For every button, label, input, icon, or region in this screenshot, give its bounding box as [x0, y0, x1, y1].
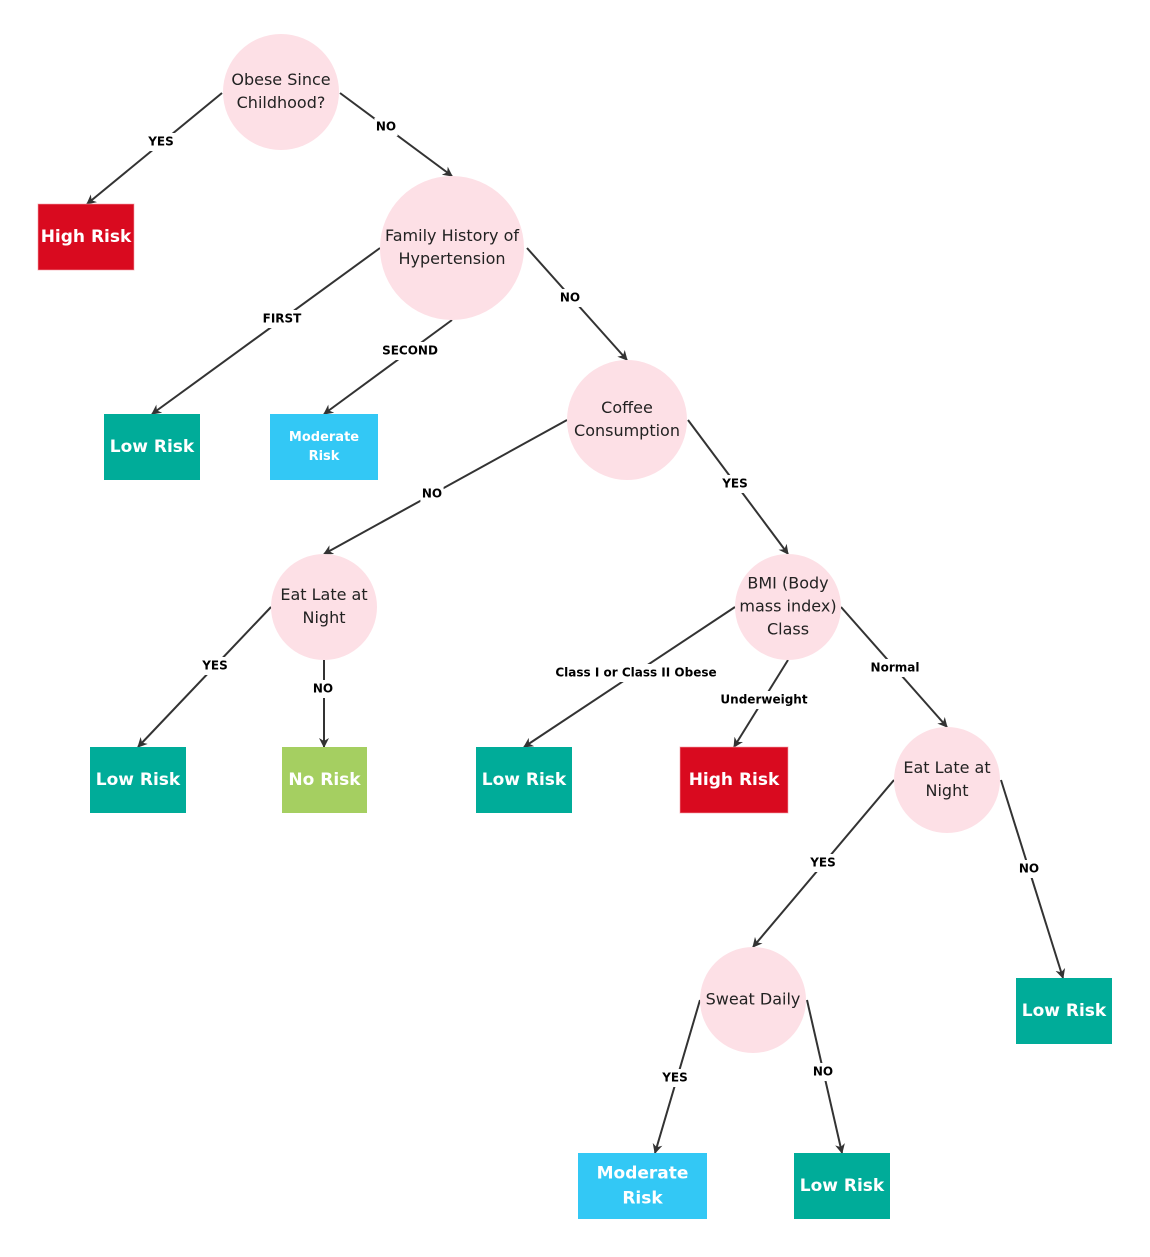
decision-label: Eat Late at — [280, 585, 367, 604]
decision-circle — [271, 554, 377, 660]
outcome-node-low: Low Risk — [1016, 978, 1112, 1044]
edge-label-text: NO — [376, 120, 396, 134]
edge-label-text: YES — [201, 659, 228, 673]
outcome-node-high: High Risk — [679, 746, 789, 814]
edge-label: FIRST — [259, 310, 305, 328]
decision-node: Coffee Consumption — [567, 360, 687, 480]
decision-label: Hypertension — [398, 249, 505, 268]
edge-arrow — [1000, 779, 1066, 979]
decision-circle — [223, 34, 339, 150]
edge-label-text: YES — [809, 856, 836, 870]
decision-circle — [567, 360, 687, 480]
outcome-label: Low Risk — [800, 1176, 885, 1196]
outcome-label: Low Risk — [96, 770, 181, 790]
edge-arrow — [137, 606, 272, 748]
outcome-node-none: No Risk — [282, 747, 367, 813]
outcome-label: No Risk — [288, 770, 361, 790]
decision-circle — [380, 176, 524, 320]
edge-label: NO — [420, 485, 444, 503]
edge-label-text: YES — [147, 135, 174, 149]
edge-arrow — [323, 319, 453, 415]
outcome-box — [270, 414, 378, 480]
outcome-label: High Risk — [689, 770, 780, 790]
outcome-label: Low Risk — [482, 770, 567, 790]
outcome-node-low: Low Risk — [90, 747, 186, 813]
edge-label: NO — [558, 289, 582, 307]
edge-label-text: Class I or Class II Obese — [555, 666, 716, 680]
decision-node: BMI (Body mass index) Class — [735, 554, 841, 660]
edge-arrow — [151, 247, 381, 415]
edge-label: NO — [1017, 860, 1041, 878]
outcome-label: High Risk — [41, 227, 132, 247]
edge-label-text: NO — [560, 291, 580, 305]
decision-node: Eat Late at Night — [894, 727, 1000, 833]
edge-label-text: FIRST — [263, 312, 303, 326]
decision-node: Obese Since Childhood? — [223, 34, 339, 150]
edge-label-text: Underweight — [720, 693, 807, 707]
edge-label: NO — [311, 680, 335, 698]
decision-label: Obese Since — [231, 70, 330, 89]
edge-label: YES — [659, 1069, 691, 1087]
outcome-node-moderate: Moderate Risk — [578, 1153, 707, 1219]
decision-label: mass index) — [739, 597, 836, 616]
outcome-label: Risk — [622, 1189, 663, 1209]
outcome-label: Moderate — [289, 430, 359, 445]
decision-label: Family History of — [385, 226, 519, 245]
outcome-label: Low Risk — [110, 437, 195, 457]
outcome-node-high: High Risk — [37, 203, 135, 271]
edge-label: YES — [145, 133, 177, 151]
edge-label: YES — [199, 657, 231, 675]
edge-label: Normal — [868, 659, 922, 677]
outcome-label: Moderate — [597, 1164, 689, 1184]
edge-label: SECOND — [382, 342, 438, 360]
decision-label: Night — [926, 781, 969, 800]
outcome-node-low: Low Risk — [104, 414, 200, 480]
outcome-node-moderate: Moderate Risk — [270, 414, 378, 480]
decision-node: Sweat Daily — [700, 947, 806, 1053]
decision-label: Coffee — [601, 398, 653, 417]
outcome-label: Risk — [309, 449, 340, 464]
edge-label-text: NO — [813, 1065, 833, 1079]
decision-node: Family History of Hypertension — [380, 176, 524, 320]
outcome-node-low: Low Risk — [794, 1153, 890, 1219]
edge-label: Class I or Class II Obese — [537, 664, 735, 682]
decision-label: Consumption — [574, 421, 680, 440]
edge-label: Underweight — [718, 691, 810, 709]
decision-node: Eat Late at Night — [271, 554, 377, 660]
decision-label: Class — [767, 620, 809, 639]
decision-circle — [894, 727, 1000, 833]
edge-label-text: SECOND — [382, 344, 438, 358]
edge-label-text: Normal — [871, 661, 920, 675]
edge-label: NO — [374, 118, 398, 136]
edge-label: YES — [807, 854, 839, 872]
decision-label: Childhood? — [237, 93, 326, 112]
outcome-label: Low Risk — [1022, 1001, 1107, 1021]
edge-label-text: NO — [1019, 862, 1039, 876]
edge-label: YES — [719, 475, 751, 493]
decision-label: Night — [303, 608, 346, 627]
outcome-node-low: Low Risk — [476, 747, 572, 813]
decision-tree-diagram: Obese Since Childhood? Family History of Hy… — [37, 34, 1112, 1219]
decision-label: BMI (Body — [747, 574, 828, 593]
edge-label-text: NO — [422, 487, 442, 501]
decision-label: Sweat Daily — [706, 990, 801, 1009]
edge-label-text: YES — [721, 477, 748, 491]
edge-label: NO — [811, 1063, 835, 1081]
decision-label: Eat Late at — [903, 758, 990, 777]
edge-label-text: NO — [313, 682, 333, 696]
edge-label-text: YES — [661, 1071, 688, 1085]
